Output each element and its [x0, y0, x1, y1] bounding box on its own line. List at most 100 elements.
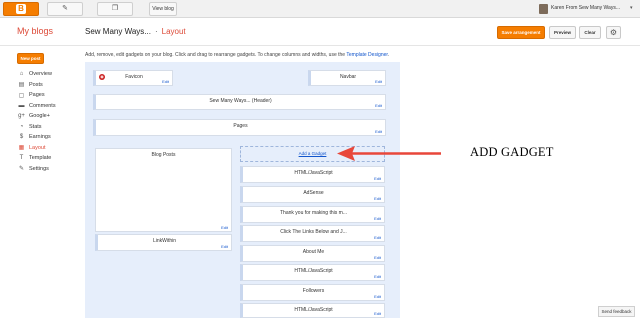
sidebar-item-stats[interactable]: ◔ Stats [17, 122, 77, 133]
send-feedback-button[interactable]: Send feedback [598, 306, 635, 317]
edit-link[interactable]: Edit [221, 225, 228, 230]
sidebar-gadget[interactable]: HTML/JavaScript Edit [240, 264, 385, 281]
copy-icon: ❐ [111, 5, 119, 12]
sidebar-gadget[interactable]: AdSense Edit [240, 186, 385, 203]
view-blog-button[interactable]: View blog [149, 2, 177, 16]
sidebar-item-template[interactable]: T Template [17, 153, 77, 164]
sidebar-gadget[interactable]: HTML/JavaScript Edit [240, 303, 385, 318]
sidebar-item-posts[interactable]: ▤ Posts [17, 80, 77, 91]
gadget-title: About Me [302, 249, 325, 255]
gear-icon[interactable]: ⚙ [606, 26, 621, 39]
linkwithin-gadget[interactable]: LinkWithin Edit [95, 234, 232, 251]
top-bar: B ✎ ❐ View blog Karen From Sew Many Ways… [0, 0, 640, 18]
sidebar-gadget[interactable]: Click The Links Below and J... Edit [240, 225, 385, 242]
add-gadget-link[interactable]: Add a Gadget [299, 151, 327, 156]
sidebar-item-pages[interactable]: ▢ Pages [17, 90, 77, 101]
sidebar-item-label: Posts [29, 81, 43, 88]
gadget-title: HTML/JavaScript [294, 170, 333, 176]
sidebar-gadget[interactable]: Thank you for making this m... Edit [240, 206, 385, 223]
edit-link[interactable]: Edit [374, 196, 381, 201]
pages-icon: ▢ [18, 92, 25, 99]
header-gadget[interactable]: Sew Many Ways... (Header) Edit [93, 94, 386, 110]
my-blogs-link[interactable]: My blogs [17, 26, 53, 36]
edit-link[interactable]: Edit [374, 294, 381, 299]
layout-instructions: Add, remove, edit gadgets on your blog. … [85, 52, 389, 58]
blogger-logo-button[interactable]: B [3, 2, 39, 16]
breadcrumb: Sew Many Ways... · Layout [85, 27, 186, 36]
intro-text: Add, remove, edit gadgets on your blog. … [85, 52, 347, 58]
pages-gadget[interactable]: Pages Edit [93, 119, 386, 136]
posts-toolbar-button[interactable]: ❐ [97, 2, 133, 16]
breadcrumb-separator: · [154, 27, 158, 36]
gadget-title: Navbar [339, 74, 357, 80]
sidebar-gadget[interactable]: Followers Edit [240, 284, 385, 301]
gadget-title: Sew Many Ways... (Header) [209, 98, 272, 104]
edit-link[interactable]: Edit [374, 311, 381, 316]
sidebar-item-label: Overview [29, 71, 52, 78]
intro-end: . [387, 52, 390, 58]
edit-link[interactable]: Edit [375, 103, 382, 108]
avatar[interactable] [539, 4, 548, 14]
pencil-icon: ✎ [62, 5, 68, 12]
posts-icon: ▤ [18, 82, 25, 89]
gadget-title: Click The Links Below and J... [280, 229, 347, 235]
edit-link[interactable]: Edit [374, 176, 381, 181]
sidebar-item-label: Earnings [29, 134, 51, 141]
sidebar-item-label: Comments [29, 102, 56, 109]
navbar-gadget[interactable]: Navbar Edit [308, 70, 386, 86]
sidebar-item-label: Stats [29, 123, 42, 130]
edit-link[interactable]: Edit [374, 235, 381, 240]
sidebar-gadget[interactable]: HTML/JavaScript Edit [240, 166, 385, 183]
sidebar-item-label: Pages [29, 92, 45, 99]
sidebar-item-label: Google+ [29, 113, 50, 120]
sidebar-nav: ⌂ Overview ▤ Posts ▢ Pages ▬ Comments g+ Goog… [17, 69, 77, 174]
stats-icon: ◔ [19, 123, 24, 130]
edit-link[interactable]: Edit [374, 274, 381, 279]
dollar-icon: $ [19, 134, 24, 141]
edit-link[interactable]: Edit [374, 216, 381, 221]
chevron-down-icon[interactable]: ▾ [630, 5, 633, 11]
template-icon: T [19, 155, 24, 162]
gadget-title: AdSense [303, 190, 324, 196]
edit-link[interactable]: Edit [375, 79, 382, 84]
wrench-icon: ✎ [18, 166, 25, 173]
gadget-title: LinkWithin [152, 238, 177, 244]
blog-name-dropdown[interactable]: Sew Many Ways... [85, 27, 151, 36]
home-icon: ⌂ [19, 71, 24, 78]
template-designer-link[interactable]: Template Designer [346, 52, 387, 58]
gadget-title: Thank you for making this m... [280, 210, 347, 216]
favicon-gadget[interactable]: ◉ Favicon Edit [93, 70, 173, 86]
edit-link[interactable]: Edit [374, 255, 381, 260]
header-divider [0, 45, 640, 46]
clear-button[interactable]: Clear [579, 26, 601, 39]
page-title: Layout [161, 27, 186, 36]
annotation-arrow [337, 146, 441, 161]
new-post-toolbar-button[interactable]: ✎ [47, 2, 83, 16]
sidebar-item-earnings[interactable]: $ Earnings [17, 132, 77, 143]
blogger-icon: B [16, 4, 26, 14]
save-arrangement-button[interactable]: Save arrangement [497, 26, 545, 39]
gadget-title: Followers [302, 288, 325, 294]
layout-icon: ▦ [18, 145, 25, 152]
blog-posts-gadget[interactable]: Blog Posts Edit [95, 148, 232, 232]
sidebar-item-overview[interactable]: ⌂ Overview [17, 69, 77, 80]
edit-link[interactable]: Edit [162, 79, 169, 84]
gadget-title: Blog Posts [151, 152, 176, 158]
gadget-title: Favicon [125, 74, 143, 80]
annotation-label: ADD GADGET [470, 145, 554, 159]
gadget-title: Pages [233, 123, 248, 129]
google-plus-icon: g+ [18, 113, 25, 120]
sidebar-item-label: Template [29, 155, 52, 162]
edit-link[interactable]: Edit [375, 129, 382, 134]
gadget-title: HTML/JavaScript [294, 307, 333, 313]
sidebar-item-layout[interactable]: ▦ Layout [17, 143, 77, 154]
user-name[interactable]: Karen From Sew Many Ways... [551, 5, 620, 11]
sidebar-gadget[interactable]: About Me Edit [240, 245, 385, 262]
preview-button[interactable]: Preview [549, 26, 576, 39]
sidebar-item-comments[interactable]: ▬ Comments [17, 101, 77, 112]
new-post-button[interactable]: New post [17, 53, 44, 64]
edit-link[interactable]: Edit [221, 244, 228, 249]
sidebar-item-label: Settings [29, 165, 49, 172]
sidebar-item-settings[interactable]: ✎ Settings [17, 164, 77, 175]
sidebar-item-google-plus[interactable]: g+ Google+ [17, 111, 77, 122]
